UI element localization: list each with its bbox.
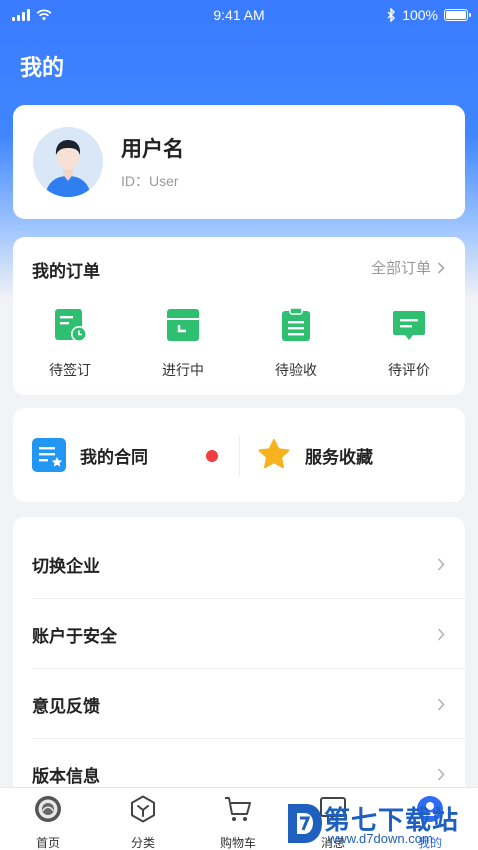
username: 用户名 bbox=[121, 138, 184, 161]
all-orders-link[interactable]: 全部订单 bbox=[371, 257, 445, 278]
star-icon bbox=[258, 439, 290, 469]
chevron-right-icon bbox=[437, 261, 445, 274]
menu-item-feedback[interactable]: 意见反馈 bbox=[13, 669, 465, 739]
shortcut-card: 我的合同 服务收藏 bbox=[13, 408, 465, 502]
chevron-right-icon bbox=[437, 557, 445, 571]
order-pending-sign[interactable]: 待签订 bbox=[25, 307, 115, 380]
tab-label: 分类 bbox=[130, 836, 155, 850]
order-in-progress[interactable]: 进行中 bbox=[138, 307, 228, 380]
divider bbox=[239, 436, 240, 476]
all-orders-label: 全部订单 bbox=[370, 260, 431, 277]
chevron-right-icon bbox=[437, 767, 445, 781]
tab-home[interactable]: 首页 bbox=[8, 794, 88, 850]
avatar[interactable] bbox=[33, 127, 103, 197]
order-label: 待签订 bbox=[49, 362, 91, 378]
tab-cart[interactable]: 购物车 bbox=[198, 794, 278, 850]
favorites-label: 服务收藏 bbox=[305, 447, 373, 467]
avatar-icon bbox=[33, 127, 103, 197]
order-pending-review[interactable]: 待评价 bbox=[364, 307, 454, 380]
profile-card[interactable]: 用户名 ID：User bbox=[13, 105, 465, 219]
watermark-url: www.d7down.com bbox=[328, 831, 433, 846]
battery-percent: 100% bbox=[402, 7, 438, 23]
order-label: 待评价 bbox=[388, 362, 430, 378]
tab-label: 购物车 bbox=[219, 836, 256, 850]
tab-label: 首页 bbox=[35, 836, 60, 850]
menu-item-label: 切换企业 bbox=[32, 556, 100, 576]
menu-item-label: 意见反馈 bbox=[32, 696, 100, 716]
menu-item-label: 版本信息 bbox=[32, 766, 100, 786]
menu-item-switch-company[interactable]: 切换企业 bbox=[13, 529, 465, 599]
comment-icon bbox=[393, 311, 425, 340]
tab-category[interactable]: 分类 bbox=[103, 794, 183, 850]
cart-icon bbox=[225, 797, 251, 821]
order-pending-acceptance[interactable]: 待验收 bbox=[251, 307, 341, 380]
my-contracts-shortcut[interactable]: 我的合同 bbox=[32, 438, 148, 472]
orders-card: 我的订单 全部订单 待签订 进行中 待验收 待评价 bbox=[13, 237, 465, 395]
contract-clock-icon bbox=[55, 309, 87, 342]
my-contracts-label: 我的合同 bbox=[80, 447, 148, 467]
bluetooth-icon bbox=[387, 8, 396, 22]
battery-icon bbox=[444, 9, 471, 21]
box-icon bbox=[167, 309, 199, 341]
home-icon bbox=[35, 796, 61, 822]
category-icon bbox=[131, 795, 155, 823]
notification-badge bbox=[206, 450, 218, 462]
orders-title: 我的订单 bbox=[32, 262, 100, 281]
user-id: ID：User bbox=[121, 173, 179, 189]
watermark-logo-icon bbox=[288, 804, 322, 843]
watermark: 第七下载站 www.d7down.com bbox=[284, 800, 474, 848]
battery-fill bbox=[446, 11, 466, 19]
status-right: 100% bbox=[387, 7, 471, 23]
status-bar: 9:41 AM 100% bbox=[0, 0, 478, 32]
menu-item-account-security[interactable]: 账户于安全 bbox=[13, 599, 465, 669]
order-label: 待验收 bbox=[275, 362, 317, 378]
settings-menu: 切换企业 账户于安全 意见反馈 版本信息 bbox=[13, 517, 465, 807]
order-label: 进行中 bbox=[162, 362, 204, 378]
chevron-right-icon bbox=[437, 697, 445, 711]
clipboard-icon bbox=[282, 307, 310, 341]
contract-star-icon bbox=[32, 438, 66, 472]
page-title: 我的 bbox=[20, 55, 65, 80]
favorites-shortcut[interactable]: 服务收藏 bbox=[257, 438, 373, 472]
chevron-right-icon bbox=[437, 627, 445, 641]
menu-item-label: 账户于安全 bbox=[32, 626, 117, 646]
